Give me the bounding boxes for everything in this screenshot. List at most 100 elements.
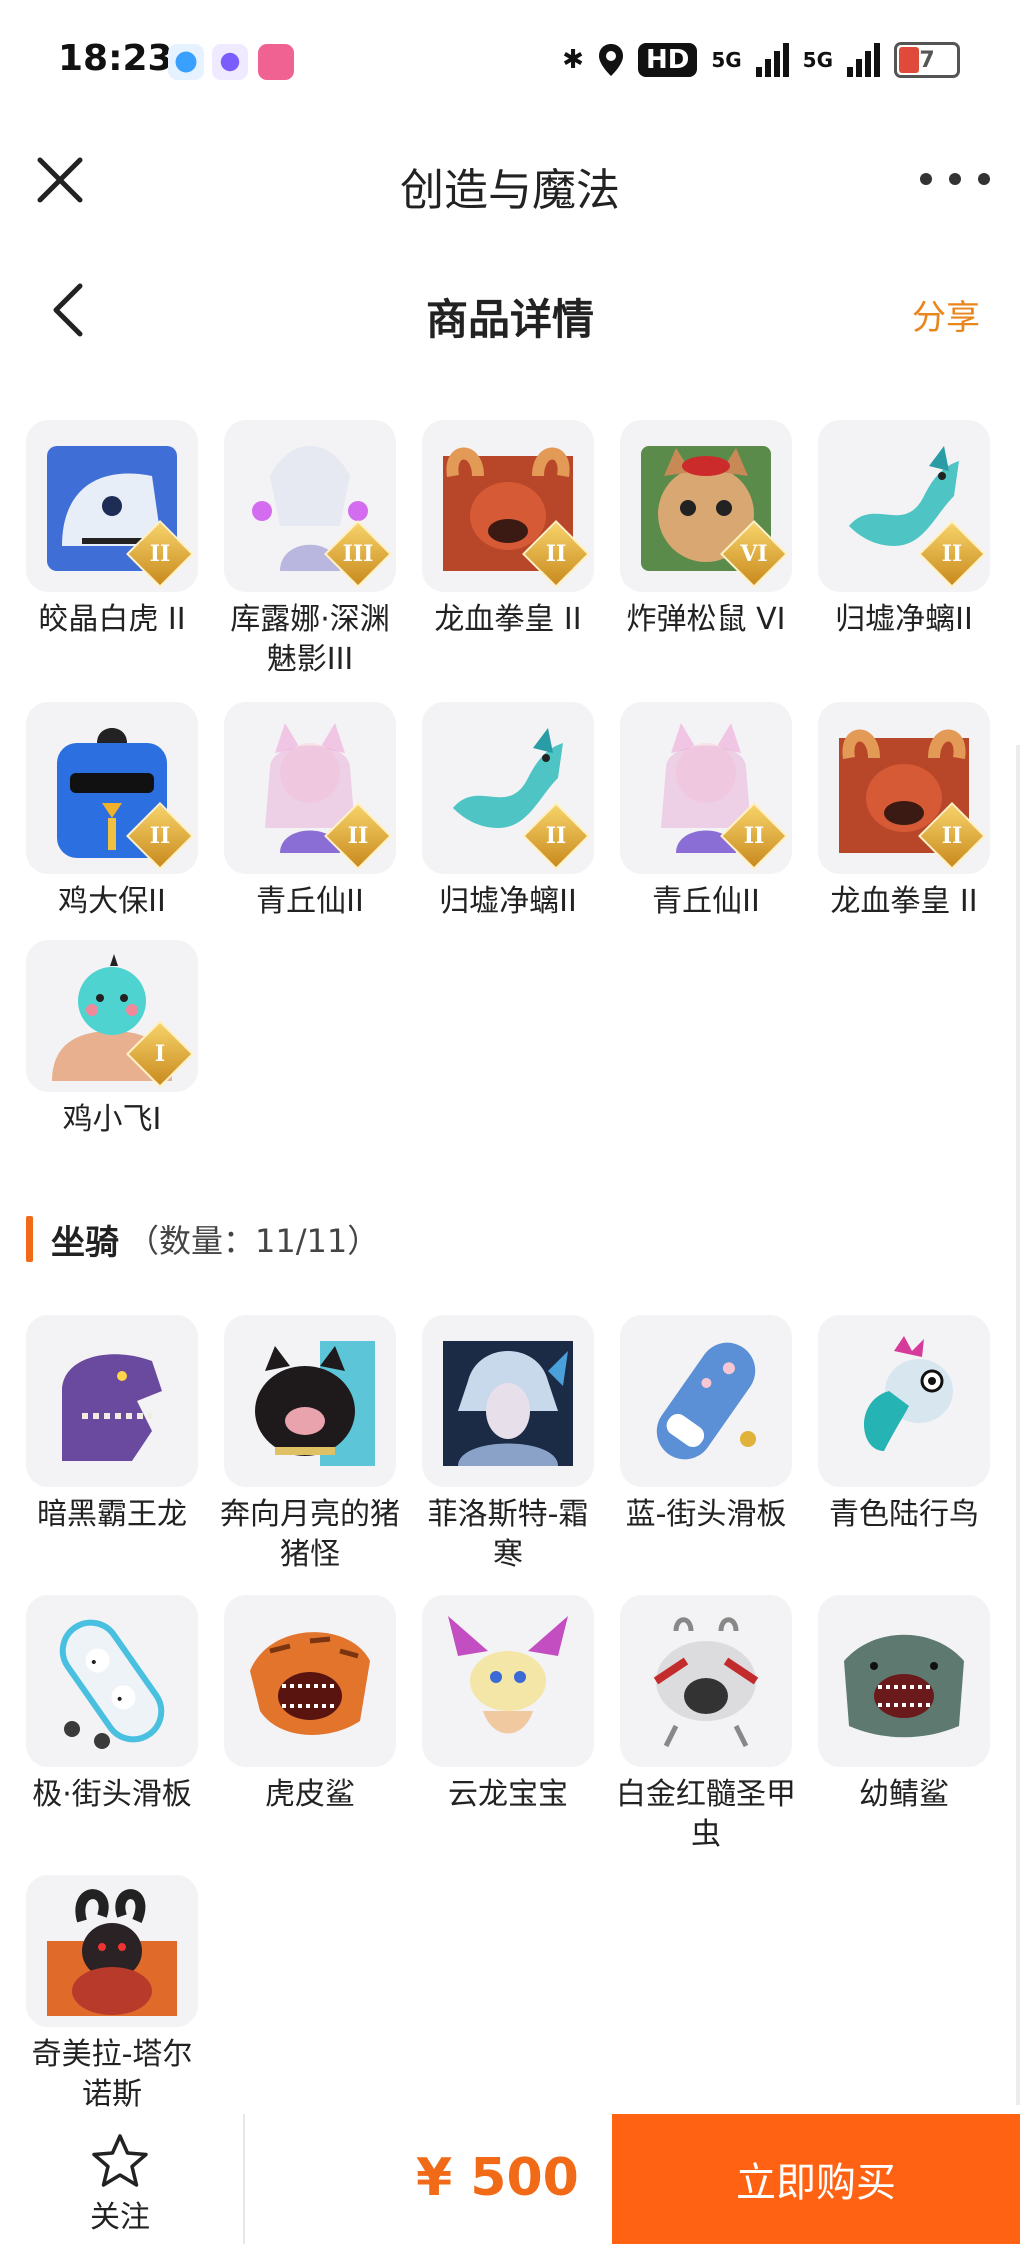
network-type-1: 5G [711,48,742,72]
hd-voice-badge: HD [637,43,698,77]
bottom-action-bar: 关注 ¥ 500 立即购买 [0,2114,1020,2244]
mount-item[interactable]: 奔向月亮的猪猪怪 [220,1315,400,1595]
mount-item[interactable]: 极·街头滑板 [26,1595,198,1875]
platinum-scarab-icon [653,1617,759,1748]
mount-thumbnail [422,1315,594,1487]
pet-item[interactable]: III 库露娜·深渊魅影III [224,420,396,702]
ultimate-skateboard-icon [59,1619,165,1749]
more-dot-icon [920,173,932,185]
pet-name: 鸡大保II [58,884,166,919]
frost-warrior-icon [443,1341,573,1466]
pet-item[interactable]: II 龙血拳皇 II [818,702,990,940]
blue-skateboard-icon [656,1342,756,1460]
pet-thumbnail: II [26,702,198,874]
mounts-grid: 暗黑霸王龙 奔向月亮的猪猪怪 菲洛斯特-霜寒 蓝-街头滑板 青色陆行鸟 极·街头… [26,1315,1006,2115]
pet-name: 龙血拳皇 II [830,884,978,919]
app-icon-bilibili [258,44,294,80]
status-time: 18:23 [58,38,173,79]
mount-name: 白金红髓圣甲虫 [616,1777,796,1852]
mount-name: 青色陆行鸟 [829,1497,979,1532]
mount-item[interactable]: 奇美拉-塔尔诺斯 [26,1875,198,2115]
pet-thumbnail: III [224,420,396,592]
pet-name: 青丘仙II [652,884,760,919]
mini-program-bar: 创造与魔法 [0,120,1020,250]
pet-item[interactable]: II 归墟净螭II [818,420,990,702]
mount-thumbnail [818,1315,990,1487]
network-type-2: 5G [802,48,833,72]
mount-item[interactable]: 云龙宝宝 [422,1595,594,1875]
status-bar: 18:23 ✱ HD 5G 5G 7 [0,0,1020,120]
section-count: （数量：11/11） [127,1222,380,1260]
status-icons: ✱ HD 5G 5G 7 [562,38,960,82]
mount-name: 幼鲭鲨 [859,1777,949,1812]
app-icon-browser [168,44,204,80]
app-icon-chat [212,44,248,80]
pet-name: 皎晶白虎 II [38,602,186,637]
cloud-dragon-icon [448,1616,568,1734]
mount-thumbnail [224,1315,396,1487]
mount-thumbnail [620,1315,792,1487]
page-title: 商品详情 [425,295,594,344]
follow-label: 关注 [90,2200,150,2235]
pet-item[interactable]: II 龙血拳皇 II [422,420,594,702]
mount-name: 菲洛斯特-霜寒 [427,1497,589,1572]
mount-item[interactable]: 暗黑霸王龙 [26,1315,198,1595]
buy-now-button[interactable]: 立即购买 [612,2114,1020,2244]
mount-item[interactable]: 虎皮鲨 [224,1595,396,1875]
pet-thumbnail: II [818,702,990,874]
pet-name: 青丘仙II [256,884,364,919]
app-title: 创造与魔法 [400,165,620,216]
pet-item[interactable]: II 归墟净螭II [422,702,594,940]
pet-item[interactable]: II 青丘仙II [620,702,792,940]
young-shark-icon [844,1634,964,1738]
share-button[interactable]: 分享 [912,290,980,339]
follow-button[interactable]: 关注 [70,2132,170,2236]
more-dot-icon [949,173,961,185]
pet-thumbnail: II [818,420,990,592]
pet-item[interactable]: II 青丘仙II [224,702,396,940]
pet-name: 鸡小飞I [62,1102,162,1137]
mount-thumbnail [422,1595,594,1767]
more-dot-icon [978,173,990,185]
pet-thumbnail: II [422,420,594,592]
section-title: 坐骑 [51,1222,119,1263]
section-accent-bar [26,1216,33,1262]
pet-item[interactable]: II 皎晶白虎 II [26,420,198,702]
bottom-divider [243,2114,245,2244]
page-header: 商品详情 分享 [0,250,1020,380]
pet-item[interactable]: I 鸡小飞I [26,940,198,1140]
chimera-icon [47,1889,177,2016]
pet-item[interactable]: II 鸡大保II [26,702,198,940]
mount-name: 虎皮鲨 [265,1777,355,1812]
mount-item[interactable]: 菲洛斯特-霜寒 [422,1315,594,1595]
mount-item[interactable]: 幼鲭鲨 [818,1595,990,1875]
moon-pig-icon [255,1341,375,1466]
mount-thumbnail [26,1595,198,1767]
tiger-shark-icon [250,1632,370,1735]
mount-item[interactable]: 青色陆行鸟 [818,1315,990,1595]
scrollbar[interactable] [1016,745,1020,2105]
mount-name: 蓝-街头滑板 [625,1497,787,1532]
dark-trex-icon [62,1354,162,1461]
signal-bars-2-icon [847,43,880,77]
pet-name: 归墟净螭II [835,602,973,637]
pet-thumbnail: I [26,940,198,1092]
mount-thumbnail [26,1875,198,2027]
mount-item[interactable]: 白金红髓圣甲虫 [616,1595,796,1875]
mount-name: 暗黑霸王龙 [37,1497,187,1532]
signal-bars-1-icon [755,43,789,77]
mount-name: 奔向月亮的猪猪怪 [220,1497,400,1572]
mount-thumbnail [620,1595,792,1767]
mount-name: 极·街头滑板 [32,1777,192,1812]
pet-name: 归墟净螭II [439,884,577,919]
pet-thumbnail: II [26,420,198,592]
more-options-button[interactable] [920,164,990,194]
mount-item[interactable]: 蓝-街头滑板 [620,1315,792,1595]
pets-grid: II 皎晶白虎 II III 库露娜·深渊魅影III II 龙血拳皇 II VI… [26,420,1006,1140]
battery-icon: 7 [894,42,960,78]
pet-item[interactable]: VI 炸弹松鼠 VI [620,420,792,702]
pet-thumbnail: II [224,702,396,874]
pet-name: 库露娜·深渊魅影III [230,602,390,677]
battery-percent: 7 [919,47,935,73]
mount-name: 奇美拉-塔尔诺斯 [31,2037,193,2112]
